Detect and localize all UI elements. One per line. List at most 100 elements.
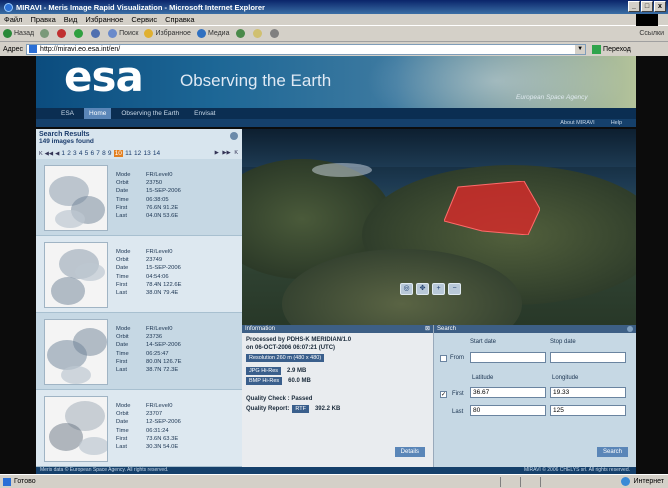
status-separator — [520, 477, 521, 487]
label-mode: Mode — [116, 326, 131, 332]
details-button[interactable]: Details — [394, 447, 425, 457]
menu-view[interactable]: Вид — [64, 15, 78, 24]
menu-favorites[interactable]: Избранное — [85, 15, 123, 24]
page-link[interactable]: 13 — [143, 150, 150, 157]
value-mode: FR/Level0 — [146, 326, 173, 332]
result-thumbnail[interactable] — [44, 165, 108, 231]
last-latitude-input[interactable]: 80 — [470, 405, 546, 416]
pager-next[interactable]: ▶ — [215, 150, 219, 156]
label-time: Time — [116, 196, 129, 203]
menu-help[interactable]: Справка — [165, 15, 194, 24]
value-date: 15-SEP-2006 — [146, 265, 181, 272]
page-link[interactable]: 11 — [125, 150, 132, 157]
map-pan-icon[interactable]: ✥ — [416, 283, 429, 295]
esa-logo[interactable]: esa — [64, 56, 144, 101]
page-link[interactable]: 4 — [79, 150, 83, 157]
jpg-download-button[interactable]: JPG Hi-Res — [246, 367, 282, 375]
page-link[interactable]: 2 — [67, 150, 71, 157]
links-button[interactable]: Ссылки — [639, 30, 664, 37]
page-link[interactable]: 1 — [61, 150, 65, 157]
page-link[interactable]: 14 — [153, 150, 160, 157]
result-thumbnail[interactable] — [44, 242, 108, 308]
page-link[interactable]: 6 — [90, 150, 94, 157]
results-pager: K ◀◀ ◀ 1 2 3 4 5 6 7 8 9 10 11 12 13 14 — [39, 150, 162, 157]
quality-report-label: Quality Report: — [246, 406, 290, 412]
maximize-button[interactable]: □ — [641, 1, 653, 12]
stop-button[interactable] — [57, 29, 68, 38]
result-item[interactable]: Mode FR/Level0 Orbit 23749 Date 15-SEP-2006… — [36, 236, 242, 313]
first-longitude-input[interactable]: 19.33 — [550, 387, 626, 398]
nav-about-miravi[interactable]: About MIRAVI — [560, 120, 594, 126]
mail-button[interactable] — [252, 29, 264, 38]
page-link[interactable]: 7 — [96, 150, 100, 157]
favorites-label: Избранное — [155, 30, 191, 37]
nav-observing-earth[interactable]: Observing the Earth — [116, 108, 184, 119]
search-submit-button[interactable]: Search — [596, 447, 628, 457]
go-button[interactable]: Переход — [592, 44, 631, 54]
esa-banner: esa Observing the Earth European Space A… — [36, 56, 636, 108]
close-button[interactable]: x — [654, 1, 666, 12]
pager-prev-block[interactable]: ◀◀ — [45, 151, 53, 157]
value-date: 15-SEP-2006 — [146, 188, 181, 195]
forward-button[interactable] — [40, 29, 51, 38]
stop-date-label: Stop date — [550, 339, 576, 345]
page-link[interactable]: 9 — [108, 150, 112, 157]
processed-by: Processed by PDHS-K MERIDIAN/1.0 — [246, 337, 352, 343]
globe-map[interactable]: ◎ ✥ + − — [242, 129, 636, 325]
nav-help[interactable]: Help — [611, 120, 622, 126]
address-input[interactable]: http://miravi.eo.esa.int/en/ ▼ — [26, 43, 587, 55]
search-button[interactable]: Поиск — [108, 29, 138, 38]
results-close-icon[interactable] — [230, 132, 238, 140]
refresh-button[interactable] — [74, 29, 85, 38]
menu-file[interactable]: Файл — [4, 15, 22, 24]
back-button[interactable]: Назад — [3, 29, 34, 38]
page-link[interactable]: 5 — [85, 150, 89, 157]
home-button[interactable] — [91, 29, 102, 38]
print-button[interactable] — [269, 29, 281, 38]
label-last: Last — [116, 290, 127, 297]
favorites-button[interactable]: Избранное — [144, 29, 191, 38]
jpg-download-row: JPG Hi-Res 2.9 MB — [246, 367, 429, 375]
value-last: 04.0N 53.6E — [146, 213, 179, 220]
bmp-download-button[interactable]: BMP Hi-Res — [246, 377, 283, 385]
pager-prev[interactable]: ◀ — [55, 151, 59, 157]
nav-home[interactable]: Home — [84, 108, 112, 119]
address-dropdown-icon[interactable]: ▼ — [575, 44, 586, 54]
first-checkbox[interactable]: ✓ — [440, 391, 447, 398]
page-link[interactable]: 3 — [73, 150, 77, 157]
zoom-out-icon[interactable]: − — [448, 283, 461, 295]
result-thumbnail[interactable] — [44, 319, 108, 385]
nav-envisat[interactable]: Envisat — [189, 108, 220, 119]
quality-report-rtf-button[interactable]: RTF — [292, 405, 309, 413]
image-footprint[interactable] — [444, 181, 540, 235]
result-thumbnail[interactable] — [44, 396, 108, 462]
from-checkbox[interactable] — [440, 355, 447, 362]
first-latitude-input[interactable]: 36.67 — [470, 387, 546, 398]
result-meta: Mode FR/Level0 Orbit 23749 Date 15-SEP-2006… — [116, 248, 181, 297]
nav-esa[interactable]: ESA — [56, 108, 79, 119]
start-date-input[interactable] — [470, 352, 546, 363]
page-link-current[interactable]: 10 — [113, 150, 123, 157]
pager-last[interactable]: K — [234, 150, 238, 156]
result-item[interactable]: Mode FR/Level0 Orbit 23736 Date 14-SEP-2006… — [36, 313, 242, 390]
information-close-icon[interactable]: ⊠ — [425, 325, 430, 333]
stop-date-input[interactable] — [550, 352, 626, 363]
page-link[interactable]: 8 — [102, 150, 106, 157]
label-last: Last — [116, 213, 127, 220]
label-time: Time — [116, 273, 129, 280]
map-center-icon[interactable]: ◎ — [400, 283, 413, 295]
banner-agency: European Space Agency — [516, 94, 588, 101]
zoom-in-icon[interactable]: + — [432, 283, 445, 295]
result-item[interactable]: Mode FR/Level0 Orbit 23707 Date 12-SEP-2006… — [36, 390, 242, 467]
menu-edit[interactable]: Правка — [30, 15, 55, 24]
last-longitude-input[interactable]: 125 — [550, 405, 626, 416]
result-item[interactable]: Mode FR/Level0 Orbit 23750 Date 15-SEP-2006… — [36, 159, 242, 236]
page-link[interactable]: 12 — [134, 150, 141, 157]
media-button[interactable]: Медиа — [196, 29, 230, 38]
minimize-button[interactable]: _ — [628, 1, 640, 12]
menu-tools[interactable]: Сервис — [131, 15, 157, 24]
pager-first[interactable]: K — [39, 151, 43, 157]
pager-next-block[interactable]: ▶▶ — [222, 150, 230, 156]
search-close-icon[interactable] — [627, 326, 633, 332]
history-button[interactable] — [235, 29, 247, 38]
